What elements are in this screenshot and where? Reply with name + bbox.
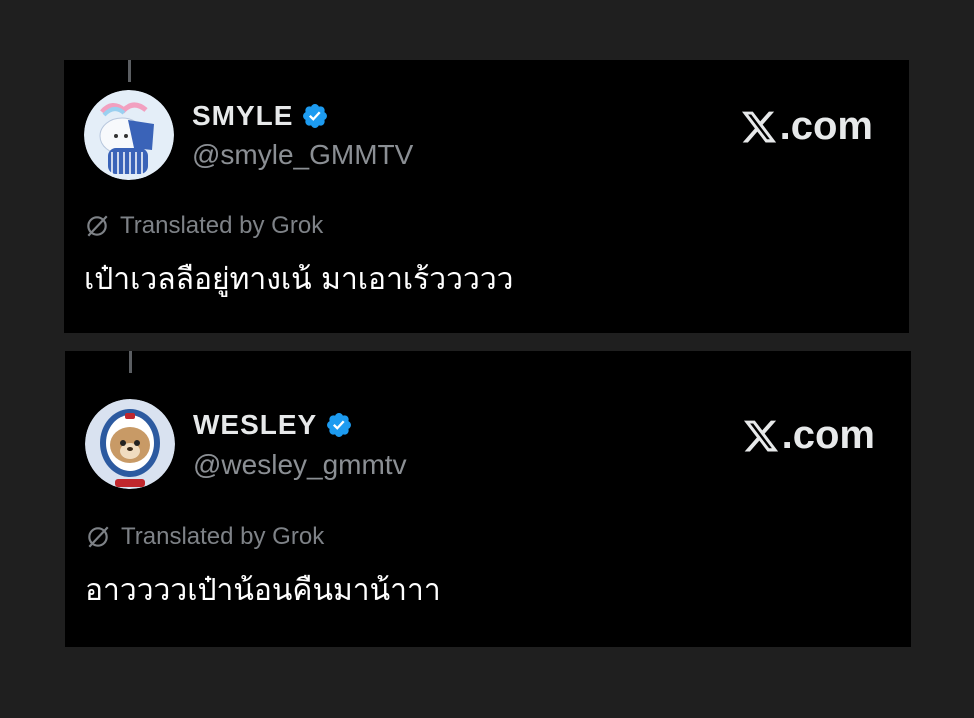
avatar-smyle[interactable] [84,90,174,180]
avatar-wesley[interactable] [85,399,175,489]
post-text: อาววววเป๋าน้อนคืนมาน้าาา [85,573,441,608]
verified-badge-icon [303,104,328,128]
post-card-smyle[interactable]: SMYLE @smyle_GMMTV .com Translated by Gr… [64,60,909,333]
name-row: WESLEY [193,409,353,441]
thread-line [129,351,132,373]
name-row: SMYLE [192,100,329,132]
x-logo-icon [741,111,776,142]
display-name[interactable]: SMYLE [192,100,293,132]
translation-note[interactable]: Translated by Grok [85,523,324,551]
translation-label: Translated by Grok [121,523,325,550]
x-logo-icon [743,420,778,451]
user-handle[interactable]: @smyle_GMMTV [192,139,413,171]
user-handle[interactable]: @wesley_gmmtv [193,449,407,481]
post-card-wesley[interactable]: WESLEY @wesley_gmmtv .com Translated by … [65,351,911,647]
source-label: .com [779,104,873,148]
source-xcom[interactable]: .com [740,104,873,149]
thread-line [128,60,131,82]
display-name[interactable]: WESLEY [193,409,317,441]
source-xcom[interactable]: .com [742,413,875,458]
translation-note[interactable]: Translated by Grok [84,212,323,240]
post-text: เป๋าเวลลือยู่ทางเน้ มาเอาเร้ววววว [84,262,514,297]
grok-icon [88,526,109,548]
source-label: .com [781,413,875,457]
grok-icon [87,215,108,237]
translation-label: Translated by Grok [120,212,324,239]
verified-badge-icon [327,413,352,437]
